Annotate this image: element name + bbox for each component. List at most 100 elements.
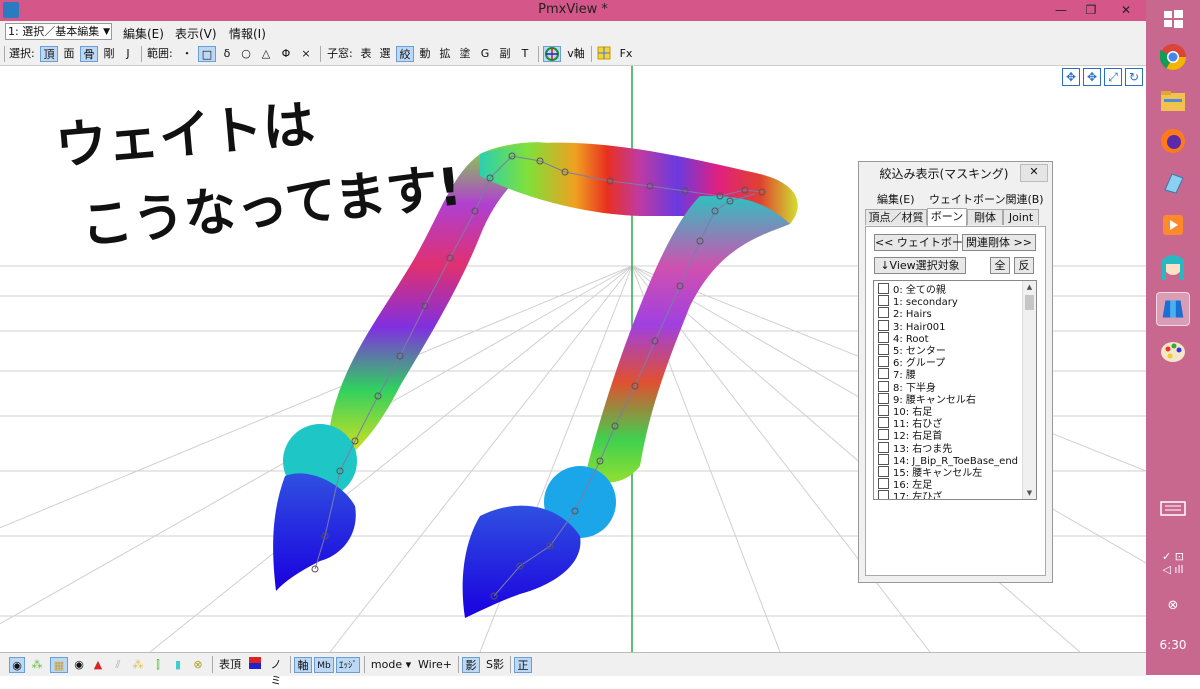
bone-checkbox[interactable] <box>878 490 889 499</box>
grass-icon[interactable]: ⁂ <box>29 657 45 673</box>
bone-checkbox[interactable] <box>878 405 889 416</box>
subwin-scale[interactable]: 拡 <box>438 46 452 62</box>
clock-time[interactable]: 6:30 <box>1146 638 1200 652</box>
keyboard-icon[interactable] <box>1156 494 1190 522</box>
view-select-button[interactable]: ↓View選択対象 <box>874 257 966 274</box>
miku-app-icon[interactable] <box>1156 250 1190 284</box>
menu-info[interactable]: 情報(I) <box>229 25 266 42</box>
maximize-button[interactable]: ❐ <box>1077 0 1105 21</box>
axis-gizmo-icon[interactable] <box>543 46 561 62</box>
circle-icon[interactable]: ◉ <box>72 657 86 673</box>
list-item[interactable]: 8: 下半身 <box>878 380 936 394</box>
list-item[interactable]: 12: 右足首 <box>878 429 942 442</box>
range-point[interactable]: ・ <box>180 46 194 62</box>
mb-toggle[interactable]: Mb <box>314 657 334 673</box>
select-rigid-toggle[interactable]: 剛 <box>101 46 117 62</box>
list-item[interactable]: 9: 腰キャンセル右 <box>878 392 976 406</box>
rotate-icon[interactable]: ↻ <box>1125 68 1143 86</box>
pattern-icon[interactable]: ▦ <box>50 657 68 673</box>
list-item[interactable]: 7: 腰 <box>878 368 916 381</box>
subwin-sub[interactable]: 副 <box>498 46 512 62</box>
chain-icon[interactable]: ⊗ <box>191 657 205 673</box>
list-item[interactable]: 16: 左足 <box>878 478 932 491</box>
bone-checkbox[interactable] <box>878 453 889 465</box>
bone-checkbox[interactable] <box>878 344 889 355</box>
bone-checkbox[interactable] <box>878 429 889 441</box>
menu-edit[interactable]: 編集(E) <box>123 25 164 42</box>
select-vertex-toggle[interactable]: 頂 <box>40 46 58 62</box>
point-mode-icon[interactable]: ◉ <box>9 657 25 673</box>
face-vertex-label[interactable]: 表頂 <box>218 657 242 673</box>
bone-checkbox[interactable] <box>878 466 889 477</box>
tab-bone[interactable]: ボーン <box>927 208 967 226</box>
grid-icon[interactable] <box>596 46 612 62</box>
media-player-icon[interactable] <box>1156 208 1190 242</box>
triangle-icon[interactable]: ▲ <box>91 657 105 673</box>
bone-icon[interactable]: ⫿ <box>151 657 165 673</box>
select-bone-toggle[interactable]: 骨 <box>80 46 98 62</box>
range-circle[interactable]: ○ <box>239 46 253 62</box>
pan-icon[interactable]: ⤢ <box>1104 68 1122 86</box>
select-all-button[interactable]: 全 <box>990 257 1010 274</box>
scroll-down-icon[interactable]: ▼ <box>1023 487 1036 499</box>
hatch-icon[interactable]: ⫽ <box>111 657 125 673</box>
list-item[interactable]: 10: 右足 <box>878 405 932 418</box>
wire-toggle[interactable]: Wire+ <box>417 657 453 673</box>
list-item[interactable]: 1: secondary <box>878 295 958 308</box>
bone-checkbox[interactable] <box>878 307 889 319</box>
list-item[interactable]: 17: 左ひざ <box>878 490 942 499</box>
tab-joint[interactable]: Joint <box>1003 209 1039 225</box>
self-shadow-toggle[interactable]: S影 <box>484 657 506 673</box>
list-item[interactable]: 0: 全ての親 <box>878 283 946 296</box>
range-phi[interactable]: Φ <box>279 46 293 62</box>
range-triangle[interactable]: △ <box>259 46 273 62</box>
bone-checkbox[interactable] <box>878 441 889 453</box>
subwin-table[interactable]: 表 <box>359 46 373 62</box>
weight-bone-button[interactable]: << ウェイトボーン <box>874 234 973 251</box>
file-explorer-icon[interactable] <box>1156 84 1190 118</box>
paint-icon[interactable] <box>1156 334 1190 368</box>
bone-checkbox[interactable] <box>878 478 889 490</box>
sparkle-icon[interactable]: ⁂ <box>131 657 145 673</box>
scroll-thumb[interactable] <box>1025 295 1034 310</box>
bone-checkbox[interactable] <box>878 380 889 392</box>
related-rigid-button[interactable]: 関連剛体 >> <box>962 234 1036 251</box>
menu-view[interactable]: 表示(V) <box>175 25 217 42</box>
list-item[interactable]: 6: グループ <box>878 356 945 369</box>
subwin-t[interactable]: T <box>518 46 532 62</box>
color-swatch-icon[interactable] <box>248 657 262 673</box>
capsule-icon[interactable]: ▮ <box>171 657 185 673</box>
notification-icon[interactable]: ⊗ <box>1146 598 1200 613</box>
bone-checkbox[interactable] <box>878 283 889 294</box>
panel-menu-edit[interactable]: 編集(E) <box>877 191 915 207</box>
list-item[interactable]: 15: 腰キャンセル左 <box>878 466 982 479</box>
bone-checkbox[interactable] <box>878 417 889 429</box>
select-joint-toggle[interactable]: J <box>121 46 135 62</box>
edge-toggle[interactable]: ｴｯｼﾞ <box>336 657 360 673</box>
chrome-icon[interactable] <box>1156 40 1190 74</box>
bone-checkbox[interactable] <box>878 356 889 368</box>
bone-checkbox[interactable] <box>878 319 889 331</box>
move-icon[interactable]: ✥ <box>1083 68 1101 86</box>
panel-close-button[interactable]: ✕ <box>1020 164 1048 182</box>
range-rect[interactable]: □ <box>198 46 216 62</box>
list-item[interactable]: 13: 右つま先 <box>878 441 952 455</box>
list-item[interactable]: 14: J_Bip_R_ToeBase_end <box>878 453 1018 467</box>
tab-vertex-material[interactable]: 頂点／材質 <box>865 209 927 225</box>
bone-checkbox[interactable] <box>878 295 889 307</box>
list-item[interactable]: 11: 右ひざ <box>878 417 942 430</box>
mode-dropdown[interactable]: mode ▾ <box>370 657 412 673</box>
range-delta[interactable]: δ <box>220 46 234 62</box>
scroll-up-icon[interactable]: ▲ <box>1023 281 1036 293</box>
bone-list[interactable]: 0: 全ての親 1: secondary 2: Hairs 3: Hair001 4: … <box>873 280 1037 500</box>
pmxview-taskbar-icon[interactable] <box>1156 292 1190 326</box>
bone-checkbox[interactable] <box>878 368 889 380</box>
shadow-toggle[interactable]: 影 <box>462 657 480 673</box>
list-item[interactable]: 5: センター <box>878 344 946 357</box>
axis-toggle[interactable]: 軸 <box>294 657 312 673</box>
list-item[interactable]: 2: Hairs <box>878 307 932 320</box>
v-axis-toggle[interactable]: v軸 <box>565 46 587 62</box>
bone-checkbox[interactable] <box>878 331 889 343</box>
close-button[interactable]: ✕ <box>1108 0 1144 21</box>
subwin-mask[interactable]: 絞 <box>396 46 414 62</box>
